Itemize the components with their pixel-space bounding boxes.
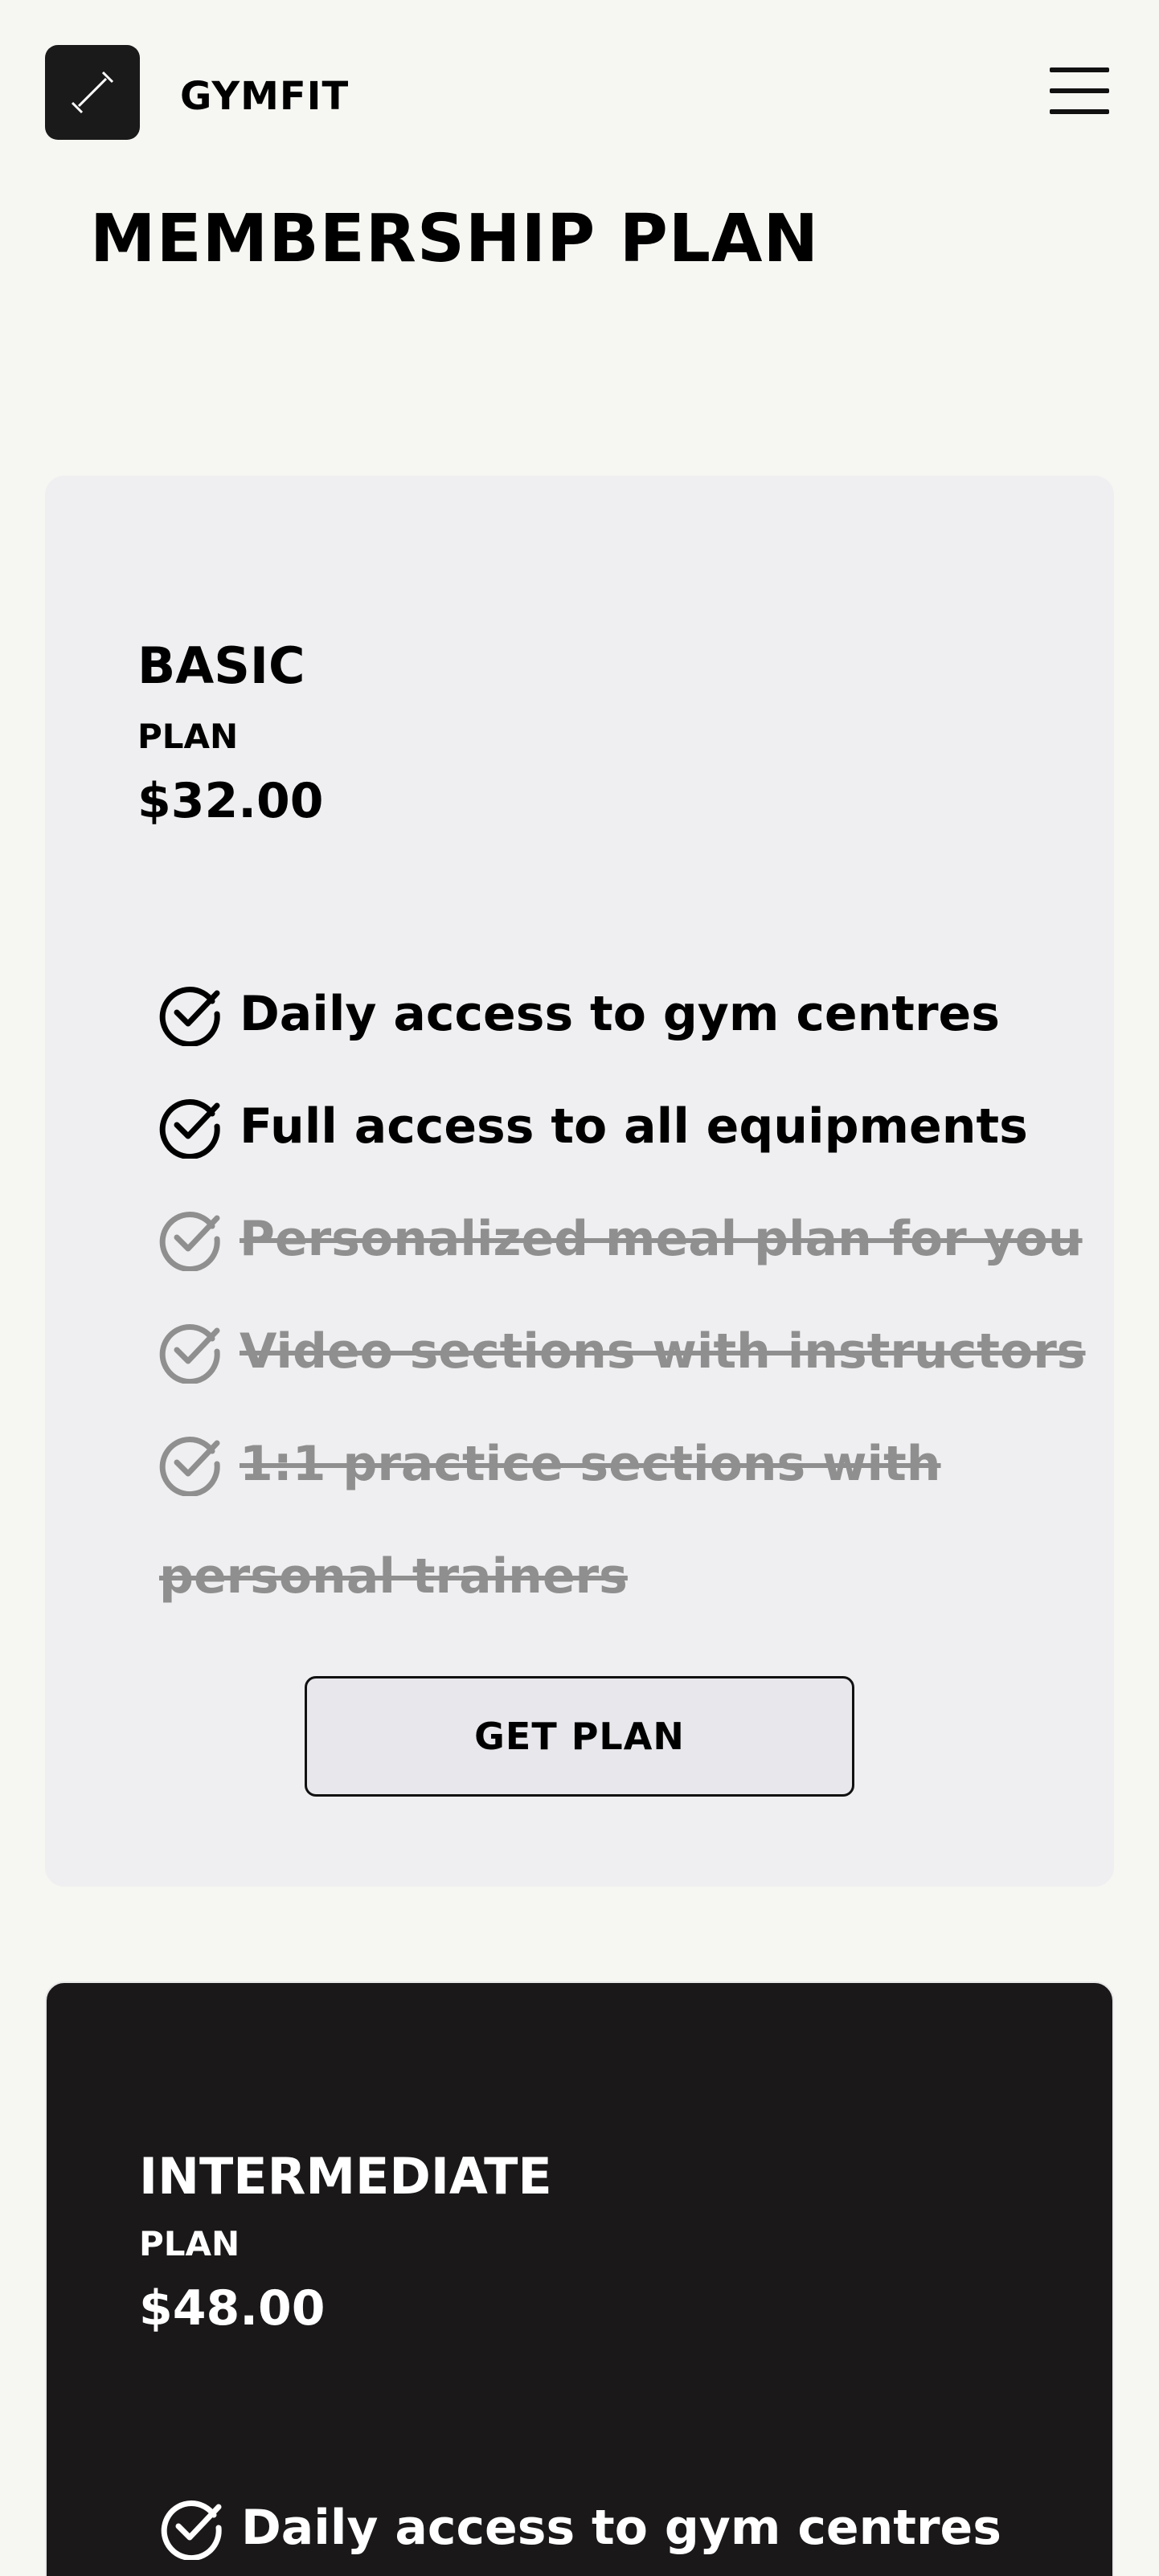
get-plan-button[interactable]: GET PLAN: [305, 1676, 854, 1797]
dumbbell-icon: [71, 71, 114, 114]
plan-name: BASIC: [137, 636, 305, 695]
feature-text: Full access to all equipments: [240, 1098, 1028, 1155]
feature-item: Full access to all equipments: [159, 1070, 1100, 1183]
page: GYMFIT MEMBERSHIP PLAN BASIC PLAN $32.00…: [0, 0, 1159, 2576]
plan-subtitle: PLAN: [139, 2224, 240, 2263]
feature-item: Daily access to gym centres: [161, 2472, 1101, 2576]
feature-text: Daily access to gym centres: [241, 2500, 1001, 2556]
feature-text: 1:1 practice sections with personal trai…: [159, 1436, 941, 1605]
plan-name: INTERMEDIATE: [139, 2147, 552, 2206]
feature-text: Video sections with instructors: [240, 1323, 1086, 1380]
check-circle-icon: [159, 1099, 220, 1159]
plan-price: $48.00: [139, 2280, 326, 2337]
feature-text: Personalized meal plan for you: [240, 1211, 1083, 1267]
check-circle-icon: [159, 1212, 220, 1271]
feature-list: Daily access to gym centres Full access …: [159, 958, 1100, 1633]
feature-text: Daily access to gym centres: [240, 986, 1000, 1042]
check-circle-icon: [159, 1324, 220, 1384]
feature-list: Daily access to gym centres: [161, 2472, 1101, 2576]
feature-item-unavailable: 1:1 practice sections with personal trai…: [159, 1408, 1100, 1633]
plan-subtitle: PLAN: [137, 717, 239, 756]
feature-item: Daily access to gym centres: [159, 958, 1100, 1070]
logo[interactable]: [45, 45, 140, 140]
header: GYMFIT: [0, 0, 1159, 185]
check-circle-icon: [159, 1437, 220, 1496]
feature-item-unavailable: Video sections with instructors: [159, 1295, 1100, 1408]
hamburger-menu-icon[interactable]: [1050, 67, 1109, 114]
plan-price: $32.00: [137, 773, 324, 829]
check-circle-icon: [161, 2500, 222, 2560]
page-title: MEMBERSHIP PLAN: [90, 201, 820, 277]
plan-card-basic: BASIC PLAN $32.00 Daily access to gym ce…: [45, 476, 1114, 1887]
check-circle-icon: [159, 987, 220, 1046]
feature-item-unavailable: Personalized meal plan for you: [159, 1183, 1100, 1295]
plan-card-intermediate: INTERMEDIATE PLAN $48.00 Daily access to…: [45, 1981, 1114, 2576]
brand-name: GYMFIT: [180, 74, 350, 119]
